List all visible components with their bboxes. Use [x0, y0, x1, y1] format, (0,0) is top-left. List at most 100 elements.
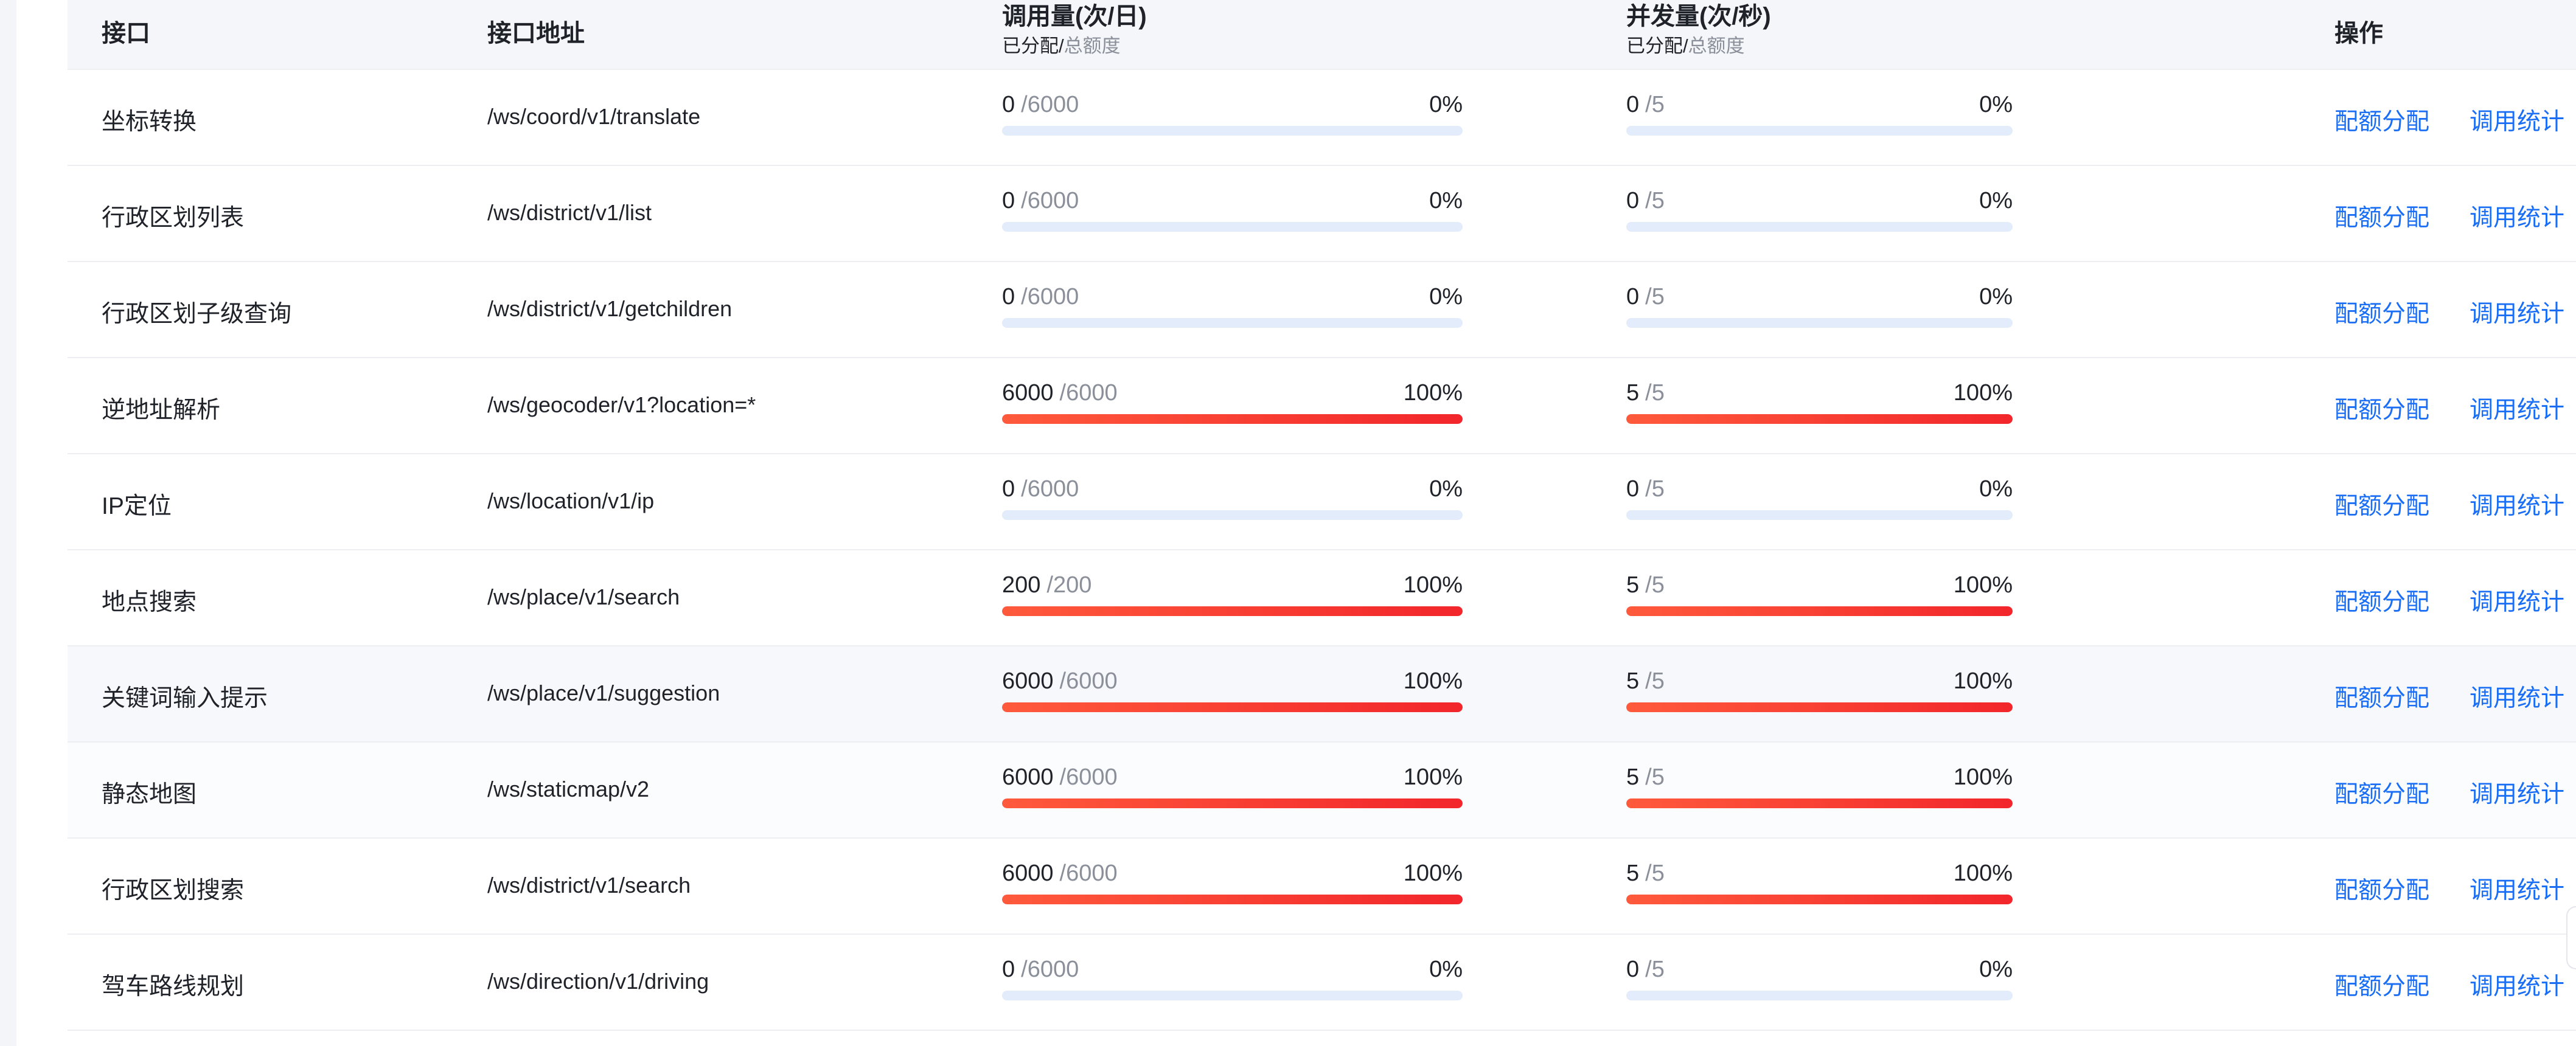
interface-path: /ws/coord/v1/translate [487, 104, 701, 129]
concurrency-usage: 0/5 0% [1626, 284, 2013, 328]
concurrency-percent: 0% [1979, 188, 2013, 213]
concurrency-progress-fill [1626, 702, 2013, 712]
page: 接口 接口地址 调用量(次/日) 已分配/总额度 并发量(次/秒) 已分配/总额… [0, 0, 2576, 1046]
call-stats-link[interactable]: 调用统计 [2470, 679, 2564, 713]
concurrency-used: 0 [1626, 476, 1640, 502]
quota-allocate-link[interactable]: 配额分配 [2334, 199, 2429, 233]
calls-percent: 100% [1403, 668, 1463, 694]
call-stats-link[interactable]: 调用统计 [2470, 199, 2564, 233]
quota-allocate-link[interactable]: 配额分配 [2334, 968, 2429, 1002]
concurrency-percent: 0% [1979, 92, 2013, 117]
calls-progress-bar [1002, 798, 1463, 808]
quota-allocate-link[interactable]: 配额分配 [2334, 583, 2429, 617]
concurrency-usage: 5/5 100% [1626, 572, 2013, 616]
concurrency-progress-fill [1626, 414, 2013, 424]
concurrency-used: 0 [1626, 92, 1640, 117]
concurrency-values: 0/5 [1626, 284, 1665, 310]
header-calls-sub-allocated: 已分配/ [1002, 35, 1064, 57]
concurrency-values: 5/5 [1626, 380, 1665, 406]
quota-allocate-link[interactable]: 配额分配 [2334, 295, 2429, 329]
calls-usage: 0/6000 0% [1002, 476, 1463, 520]
calls-values: 0/6000 [1002, 957, 1079, 983]
calls-progress-bar [1002, 991, 1463, 1000]
calls-usage: 6000/6000 100% [1002, 668, 1463, 712]
calls-percent: 0% [1429, 92, 1463, 117]
calls-used: 0 [1002, 188, 1015, 213]
calls-progress-bar [1002, 510, 1463, 520]
concurrency-percent: 100% [1953, 861, 2013, 886]
interface-name: IP定位 [102, 493, 172, 519]
header-path: 接口地址 [487, 20, 585, 47]
concurrency-progress-bar [1626, 222, 2013, 232]
call-stats-link[interactable]: 调用统计 [2470, 103, 2564, 137]
concurrency-progress-bar [1626, 318, 2013, 328]
calls-progress-bar [1002, 414, 1463, 424]
calls-values: 0/6000 [1002, 92, 1079, 118]
table-row: 坐标转换 /ws/coord/v1/translate 0/6000 0% 0/… [68, 70, 2576, 166]
calls-usage: 6000/6000 100% [1002, 380, 1463, 424]
call-stats-link[interactable]: 调用统计 [2470, 871, 2564, 906]
concurrency-usage: 5/5 100% [1626, 764, 2013, 808]
table-row: 关键词输入提示 /ws/place/v1/suggestion 6000/600… [68, 646, 2576, 743]
header-calls-sub-total: 总额度 [1063, 35, 1121, 57]
quota-allocate-link[interactable]: 配额分配 [2334, 391, 2429, 425]
interface-name: 行政区划列表 [102, 205, 245, 231]
calls-total: /6000 [1059, 861, 1118, 886]
calls-total: /6000 [1059, 380, 1118, 406]
concurrency-used: 5 [1626, 861, 1640, 886]
calls-total: /6000 [1021, 957, 1079, 982]
calls-percent: 0% [1429, 188, 1463, 213]
concurrency-usage: 0/5 0% [1626, 476, 2013, 520]
concurrency-progress-bar [1626, 510, 2013, 520]
interface-path: /ws/district/v1/list [487, 200, 652, 225]
concurrency-values: 5/5 [1626, 572, 1665, 598]
concurrency-usage: 5/5 100% [1626, 861, 2013, 904]
quota-allocate-link[interactable]: 配额分配 [2334, 871, 2429, 906]
quota-allocate-link[interactable]: 配额分配 [2334, 487, 2429, 521]
calls-values: 0/6000 [1002, 476, 1079, 502]
interface-name: 逆地址解析 [102, 397, 221, 423]
call-stats-link[interactable]: 调用统计 [2470, 295, 2564, 329]
concurrency-used: 0 [1626, 284, 1640, 310]
calls-total: /200 [1046, 572, 1092, 598]
interface-path: /ws/district/v1/search [487, 873, 691, 898]
calls-total: /6000 [1021, 476, 1079, 502]
concurrency-values: 5/5 [1626, 861, 1665, 887]
table-header: 接口 接口地址 调用量(次/日) 已分配/总额度 并发量(次/秒) 已分配/总额… [68, 0, 2576, 70]
calls-progress-bar [1002, 222, 1463, 232]
content-panel: 接口 接口地址 调用量(次/日) 已分配/总额度 并发量(次/秒) 已分配/总额… [16, 0, 2576, 1046]
quota-allocate-link[interactable]: 配额分配 [2334, 103, 2429, 137]
calls-values: 6000/6000 [1002, 380, 1118, 406]
interface-name: 驾车路线规划 [102, 974, 245, 1000]
interface-name: 关键词输入提示 [102, 685, 268, 712]
interface-path: /ws/location/v1/ip [487, 488, 655, 513]
call-stats-link[interactable]: 调用统计 [2470, 968, 2564, 1002]
interface-name: 地点搜索 [102, 589, 197, 615]
concurrency-usage: 0/5 0% [1626, 957, 2013, 1000]
concurrency-progress-fill [1626, 895, 2013, 904]
floating-edge-button[interactable] [2566, 906, 2576, 969]
interface-name: 行政区划子级查询 [102, 301, 292, 327]
calls-total: /6000 [1021, 284, 1079, 310]
call-stats-link[interactable]: 调用统计 [2470, 775, 2564, 809]
concurrency-usage: 5/5 100% [1626, 380, 2013, 424]
table-row: 行政区划列表 /ws/district/v1/list 0/6000 0% 0/… [68, 166, 2576, 262]
calls-used: 200 [1002, 572, 1041, 598]
calls-used: 6000 [1002, 861, 1054, 886]
concurrency-values: 0/5 [1626, 957, 1665, 983]
call-stats-link[interactable]: 调用统计 [2470, 583, 2564, 617]
calls-percent: 0% [1429, 284, 1463, 310]
call-stats-link[interactable]: 调用统计 [2470, 391, 2564, 425]
concurrency-progress-bar [1626, 126, 2013, 136]
concurrency-used: 5 [1626, 380, 1640, 406]
quota-allocate-link[interactable]: 配额分配 [2334, 679, 2429, 713]
calls-usage: 0/6000 0% [1002, 92, 1463, 136]
interface-path: /ws/place/v1/search [487, 584, 680, 609]
quota-allocate-link[interactable]: 配额分配 [2334, 775, 2429, 809]
call-stats-link[interactable]: 调用统计 [2470, 487, 2564, 521]
concurrency-progress-bar [1626, 414, 2013, 424]
calls-total: /6000 [1059, 764, 1118, 790]
table-row: 行政区划子级查询 /ws/district/v1/getchildren 0/6… [68, 262, 2576, 358]
header-concurrency-sub: 已分配/总额度 [1626, 30, 1745, 58]
calls-usage: 200/200 100% [1002, 572, 1463, 616]
